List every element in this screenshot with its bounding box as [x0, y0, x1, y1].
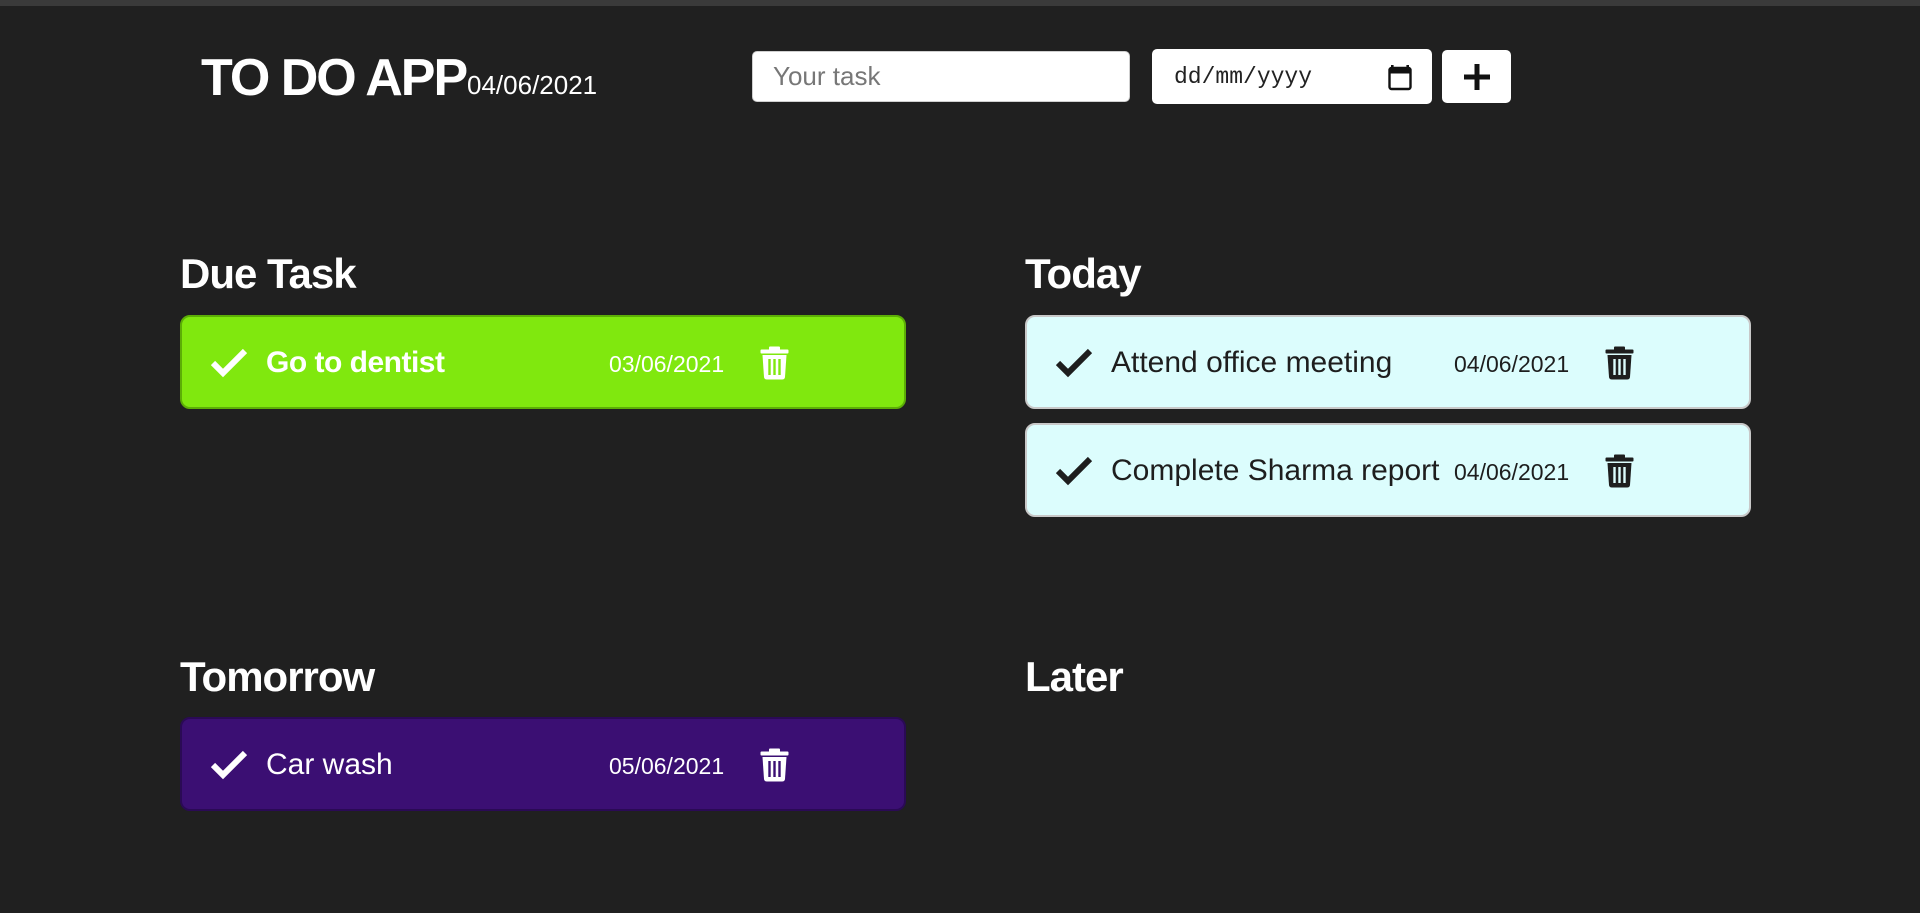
window-top-bar	[0, 0, 1920, 6]
trash-icon[interactable]	[757, 747, 791, 783]
task-date: 05/06/2021	[609, 753, 725, 779]
task-date: 04/06/2021	[1454, 459, 1570, 485]
check-icon[interactable]	[1055, 344, 1093, 382]
add-task-button[interactable]	[1442, 50, 1511, 103]
today-heading: Today	[1025, 250, 1142, 297]
task-card: Complete Sharma report 04/06/2021	[1025, 423, 1751, 517]
task-title: Attend office meeting	[1111, 346, 1393, 379]
calendar-icon[interactable]	[1388, 63, 1412, 91]
trash-icon[interactable]	[1602, 453, 1636, 489]
app-title: TO DO APP	[201, 49, 468, 107]
task-card: Go to dentist 03/06/2021	[180, 315, 906, 409]
task-input[interactable]	[752, 51, 1130, 102]
date-input-placeholder: dd/mm/yyyy	[1174, 63, 1313, 90]
check-icon[interactable]	[210, 344, 248, 382]
plus-icon	[1463, 63, 1490, 90]
trash-icon[interactable]	[757, 345, 791, 381]
check-icon[interactable]	[1055, 452, 1093, 490]
task-date: 03/06/2021	[609, 351, 725, 377]
task-title: Car wash	[266, 748, 393, 781]
tomorrow-heading: Tomorrow	[180, 653, 375, 700]
current-date: 04/06/2021	[467, 70, 598, 100]
date-input[interactable]: dd/mm/yyyy	[1152, 49, 1432, 104]
task-card: Attend office meeting 04/06/2021	[1025, 315, 1751, 409]
task-date: 04/06/2021	[1454, 351, 1570, 377]
task-title: Go to dentist	[266, 346, 445, 379]
trash-icon[interactable]	[1602, 345, 1636, 381]
later-heading: Later	[1025, 653, 1124, 700]
task-title: Complete Sharma report	[1111, 454, 1440, 487]
task-card: Car wash 05/06/2021	[180, 717, 906, 811]
due-task-heading: Due Task	[180, 250, 357, 297]
check-icon[interactable]	[210, 746, 248, 784]
